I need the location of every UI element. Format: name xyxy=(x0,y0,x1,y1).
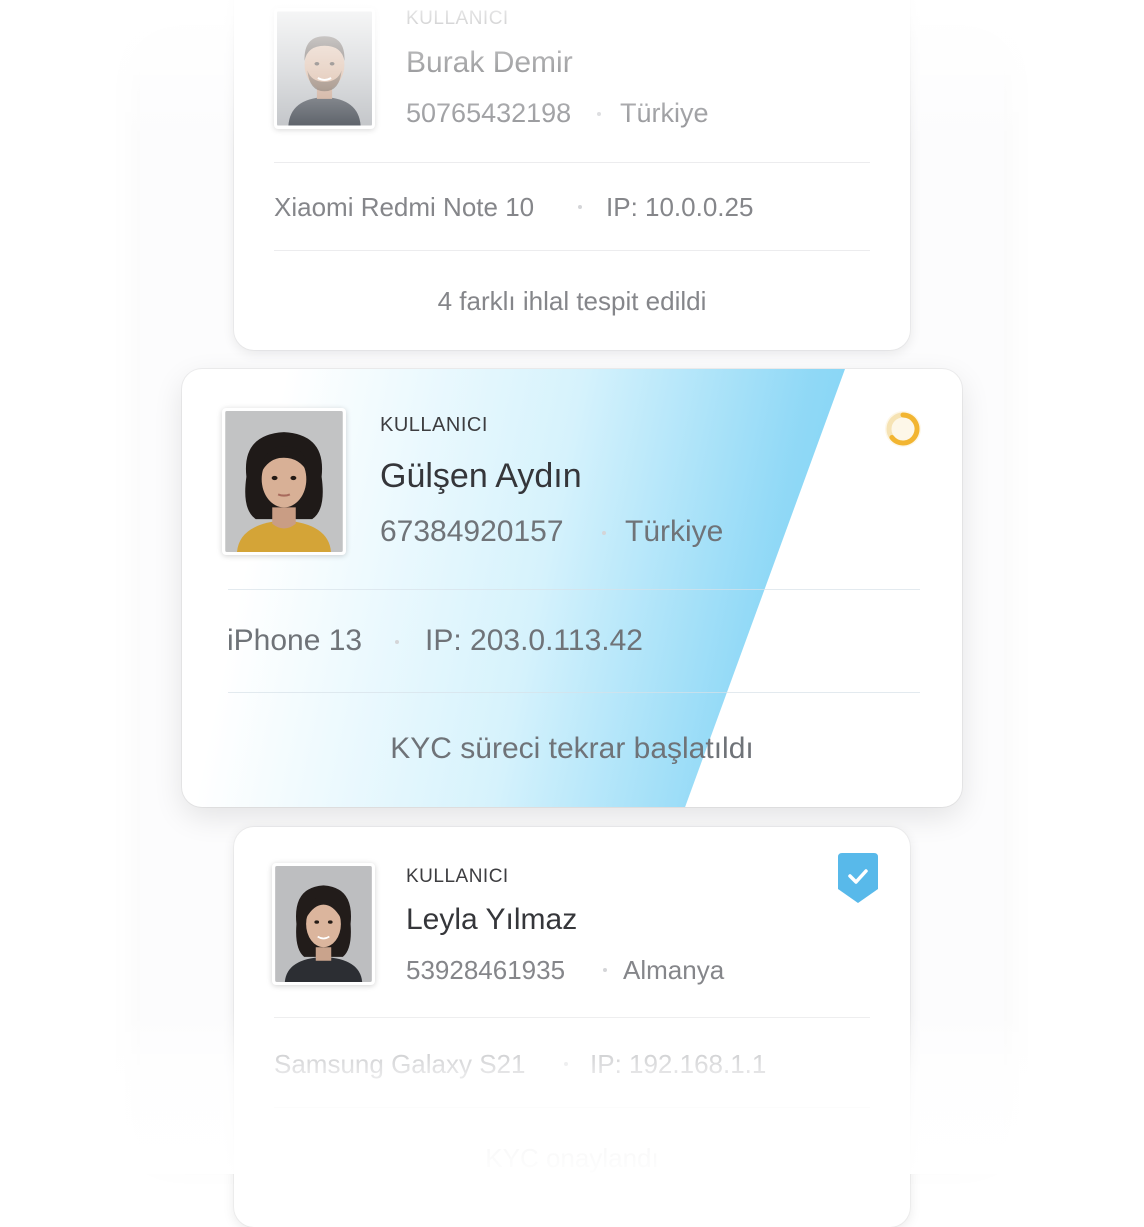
user-status-text: KYC süreci tekrar başlatıldı xyxy=(390,732,754,765)
separator-dot xyxy=(602,531,606,535)
separator-dot xyxy=(603,968,607,972)
user-device: iPhone 13 xyxy=(227,624,363,657)
user-card-leyla[interactable]: KULLANICI Leyla Yılmaz 53928461935 Alman… xyxy=(234,827,910,1227)
user-ip: IP: 10.0.0.25 xyxy=(606,192,754,222)
user-country: Almanya xyxy=(623,955,725,985)
user-id-number: 67384920157 xyxy=(380,515,564,548)
user-name: Burak Demir xyxy=(406,46,573,79)
user-role-label: KULLANICI xyxy=(406,8,509,29)
user-device: Samsung Galaxy S21 xyxy=(274,1049,526,1079)
user-photo xyxy=(274,8,375,129)
separator-dot xyxy=(395,640,399,644)
user-name: Leyla Yılmaz xyxy=(406,903,578,936)
user-name: Gülşen Aydın xyxy=(380,457,582,495)
user-status-text: KYC onaylandı xyxy=(485,1143,659,1173)
user-card-burak[interactable]: KULLANICI Burak Demir 50765432198 Türkiy… xyxy=(234,0,910,350)
user-country: Türkiye xyxy=(620,98,709,128)
divider xyxy=(274,162,870,163)
divider xyxy=(228,589,920,590)
user-role-label: KULLANICI xyxy=(380,414,488,436)
separator-dot xyxy=(564,1062,568,1066)
verified-shield-icon xyxy=(838,853,878,903)
divider xyxy=(274,1017,870,1018)
separator-dot xyxy=(578,205,582,209)
user-status-text: 4 farklı ihlal tespit edildi xyxy=(437,286,707,316)
user-ip: IP: 203.0.113.42 xyxy=(425,624,643,657)
female-portrait-photo-icon xyxy=(275,866,372,982)
user-id-number: 50765432198 xyxy=(406,98,572,128)
user-role-label: KULLANICI xyxy=(406,866,509,887)
user-ip: IP: 192.168.1.1 xyxy=(590,1049,767,1079)
male-portrait-photo-icon xyxy=(277,11,372,126)
female-portrait-photo-icon xyxy=(225,411,343,552)
separator-dot xyxy=(597,112,601,116)
divider xyxy=(274,250,870,251)
divider xyxy=(228,692,920,693)
user-photo xyxy=(272,863,375,985)
user-device: Xiaomi Redmi Note 10 xyxy=(274,192,535,222)
loading-spinner-icon xyxy=(885,411,921,447)
divider xyxy=(274,1107,870,1108)
user-photo xyxy=(222,408,346,555)
user-card-gulsen[interactable]: KULLANICI Gülşen Aydın 67384920157 Türki… xyxy=(182,369,962,807)
user-id-number: 53928461935 xyxy=(406,955,566,985)
user-country: Türkiye xyxy=(625,515,724,548)
